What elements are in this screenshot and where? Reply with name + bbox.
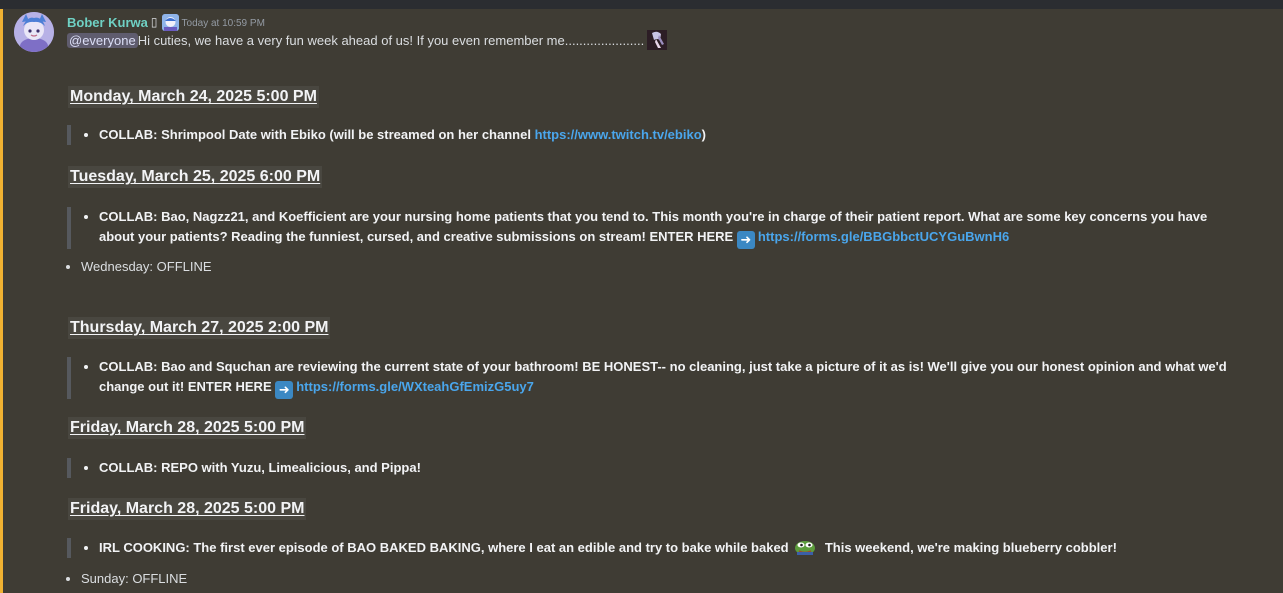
arrow-right-emoji: ➜	[736, 231, 755, 249]
day-heading-monday: Monday, March 24, 2025 5:00 PM	[68, 86, 319, 108]
intro-text: Hi cuties, we have a very fun week ahead…	[137, 32, 645, 48]
pepe-emoji	[794, 539, 816, 555]
day-heading-tuesday: Tuesday, March 25, 2025 6:00 PM	[68, 166, 323, 188]
message: Bober Kurwa ▯ Today at 10:59 PM @everyon…	[0, 9, 1283, 593]
item-text: COLLAB: Bao and Squchan are reviewing th…	[99, 359, 1227, 394]
avatar-image	[14, 12, 54, 52]
arrow-right-emoji: ➜	[275, 381, 294, 399]
author-badge-glyph: ▯	[150, 15, 158, 29]
item-text: IRL COOKING: The first ever episode of B…	[99, 540, 793, 555]
list-item: COLLAB: Bao, Nagzz21, and Koefficient ar…	[99, 207, 1245, 249]
offline-list-sunday: Sunday: OFFLINE	[62, 570, 187, 588]
role-icon[interactable]	[161, 13, 179, 31]
message-intro: @everyone Hi cuties, we have a very fun …	[67, 30, 668, 50]
everyone-mention[interactable]: @everyone	[67, 32, 138, 48]
item-suffix: This weekend, we're making blueberry cob…	[821, 540, 1117, 555]
item-suffix: )	[701, 127, 706, 142]
quote-block-friday: COLLAB: REPO with Yuzu, Limealicious, an…	[67, 458, 421, 478]
offline-item: Wednesday: OFFLINE	[81, 258, 212, 276]
list-item: IRL COOKING: The first ever episode of B…	[99, 538, 1117, 558]
form-link[interactable]: https://forms.gle/WXteahGfEmizG5uy7	[296, 379, 534, 394]
offline-list-wednesday: Wednesday: OFFLINE	[62, 258, 212, 276]
mention-highlight-bar	[0, 9, 3, 593]
offline-item: Sunday: OFFLINE	[81, 570, 187, 588]
message-header: Bober Kurwa ▯ Today at 10:59 PM	[67, 13, 265, 31]
top-bar	[0, 0, 1283, 9]
quote-block-thursday: COLLAB: Bao and Squchan are reviewing th…	[67, 357, 1235, 399]
item-text: COLLAB: REPO with Yuzu, Limealicious, an…	[99, 460, 421, 475]
message-timestamp[interactable]: Today at 10:59 PM	[182, 16, 265, 29]
quote-block-friday-2: IRL COOKING: The first ever episode of B…	[67, 538, 1117, 558]
day-heading-friday-2: Friday, March 28, 2025 5:00 PM	[68, 498, 307, 520]
day-heading-thursday: Thursday, March 27, 2025 2:00 PM	[68, 317, 331, 339]
day-heading-friday: Friday, March 28, 2025 5:00 PM	[68, 417, 307, 439]
item-text: COLLAB: Shrimpool Date with Ebiko (will …	[99, 127, 535, 142]
list-item: COLLAB: REPO with Yuzu, Limealicious, an…	[99, 458, 421, 478]
twitch-link[interactable]: https://www.twitch.tv/ebiko	[535, 127, 702, 142]
form-link[interactable]: https://forms.gle/BBGbbctUCYGuBwnH6	[758, 229, 1009, 244]
author-name[interactable]: Bober Kurwa	[67, 15, 148, 30]
list-item: COLLAB: Bao and Squchan are reviewing th…	[99, 357, 1235, 399]
quote-block-monday: COLLAB: Shrimpool Date with Ebiko (will …	[67, 125, 706, 145]
item-text: COLLAB: Bao, Nagzz21, and Koefficient ar…	[99, 209, 1208, 244]
avatar[interactable]	[14, 12, 54, 52]
list-item: COLLAB: Shrimpool Date with Ebiko (will …	[99, 125, 706, 145]
anime-sticker-emoji	[647, 30, 668, 50]
quote-block-tuesday: COLLAB: Bao, Nagzz21, and Koefficient ar…	[67, 207, 1245, 249]
